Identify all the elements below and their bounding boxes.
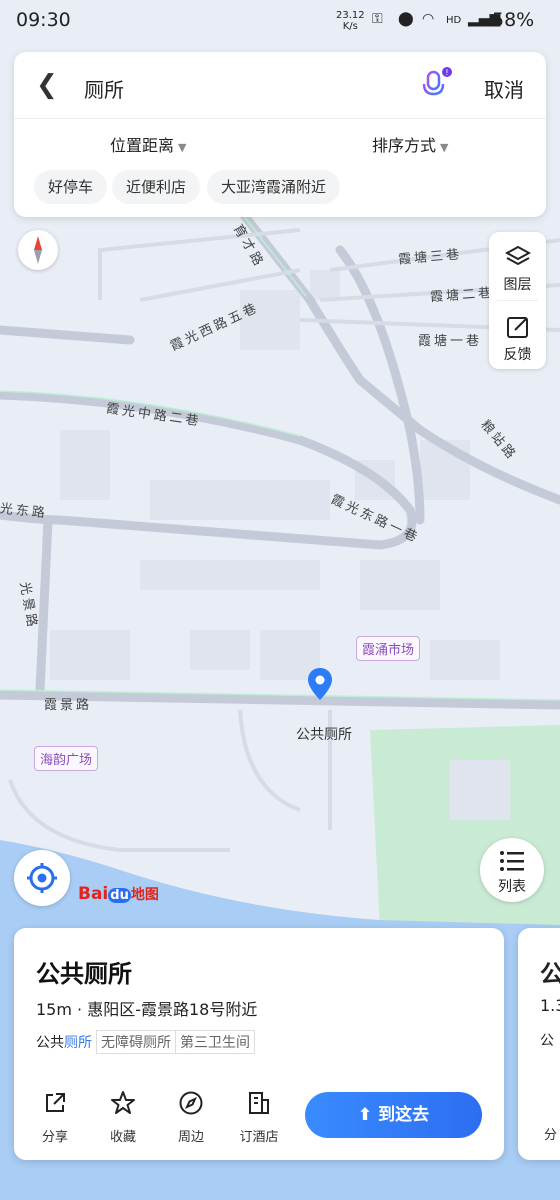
poi-label[interactable]: 海韵广场 <box>34 746 99 771</box>
compass-nearby-icon <box>179 1091 203 1115</box>
net-speed: 23.12 K/s <box>336 10 365 32</box>
pin-label: 公共厕所 <box>296 727 352 743</box>
layers-label: 图层 <box>503 277 532 293</box>
feedback-icon <box>507 317 528 338</box>
favorite-button[interactable]: 收藏 <box>98 1090 148 1145</box>
share-button[interactable]: 分享 <box>30 1090 80 1145</box>
hd-badge: HD <box>446 15 462 26</box>
result-title: 公共厕所 <box>36 960 132 988</box>
target-icon <box>27 863 57 893</box>
nearby-button[interactable]: 周边 <box>166 1090 216 1145</box>
route-arrow-icon: ⬆ <box>357 1105 373 1125</box>
next-result-title: 公 <box>540 960 560 988</box>
battery-level: 58% <box>492 9 535 31</box>
tag-accessible: 无障碍厕所 <box>96 1030 176 1054</box>
my-location-button[interactable] <box>14 850 70 906</box>
feedback-button[interactable]: 反馈 <box>489 302 546 368</box>
location-pin-icon[interactable] <box>308 668 332 700</box>
microphone-icon[interactable]: ! <box>416 66 452 102</box>
search-query[interactable]: 厕所 <box>84 74 124 103</box>
divider <box>14 118 546 119</box>
chip-nearby-area[interactable]: 大亚湾霞涌附近 <box>207 170 341 204</box>
star-icon <box>111 1091 135 1114</box>
result-address: 15m · 惠阳区-霞景路18号附近 <box>36 1000 258 1019</box>
layers-button[interactable]: 图层 <box>489 232 546 298</box>
poi-label[interactable]: 霞涌市场 <box>356 636 421 661</box>
hotel-icon <box>249 1092 269 1114</box>
navigate-button[interactable]: ⬆ 到这去 <box>305 1092 482 1138</box>
chip-convenience-store[interactable]: 近便利店 <box>112 170 201 204</box>
baidu-logo: Bai du 地图 <box>78 884 159 904</box>
svg-text:!: ! <box>445 68 448 77</box>
street-label: 霞塘一巷 <box>418 334 483 349</box>
result-tags: 公共厕所 无障碍厕所 第三卫生间 <box>36 1030 255 1054</box>
share-icon <box>46 1093 65 1112</box>
next-result-tag: 公 <box>540 1033 554 1049</box>
status-time: 09:30 <box>16 9 71 31</box>
layers-icon <box>505 245 531 266</box>
compass-icon[interactable] <box>18 230 58 270</box>
chevron-down-icon: ▼ <box>178 141 187 154</box>
status-bar: 09:30 23.12 K/s ⚿ ⬤ ◠ HD ▂▄▆ 58% <box>0 0 560 44</box>
chevron-down-icon: ▼ <box>440 141 449 154</box>
map-tools-panel: 图层 反馈 <box>489 232 546 369</box>
location-icon: ⬤ <box>398 11 414 27</box>
list-icon <box>500 851 524 871</box>
back-icon[interactable]: ❮ <box>36 72 58 98</box>
feedback-label: 反馈 <box>503 347 532 363</box>
chip-parking[interactable]: 好停车 <box>34 170 108 204</box>
wifi-icon: ◠ <box>422 11 435 27</box>
next-share-label[interactable]: 分 <box>544 1124 557 1143</box>
filter-distance[interactable]: 位置距离 ▼ <box>110 132 186 156</box>
list-view-button[interactable]: 列表 <box>480 838 544 902</box>
result-card[interactable]: 公共厕所 15m · 惠阳区-霞景路18号附近 公共厕所 无障碍厕所 第三卫生间 分… <box>14 928 504 1160</box>
search-panel: ❮ 厕所 ! 取消 位置距离 ▼ 排序方式 ▼ 好停车 近便利店 大亚湾霞涌附近 <box>14 52 546 217</box>
filter-sort[interactable]: 排序方式 ▼ <box>372 132 448 156</box>
list-label: 列表 <box>498 879 526 895</box>
street-label: 霞景路 <box>44 698 93 713</box>
key-icon: ⚿ <box>372 11 383 27</box>
result-card-next[interactable]: 公 1.3 公 分 <box>518 928 560 1160</box>
tag-third-restroom: 第三卫生间 <box>176 1030 255 1054</box>
next-result-distance: 1.3 <box>540 996 560 1015</box>
book-hotel-button[interactable]: 订酒店 <box>234 1090 284 1145</box>
cancel-button[interactable]: 取消 <box>484 74 524 103</box>
